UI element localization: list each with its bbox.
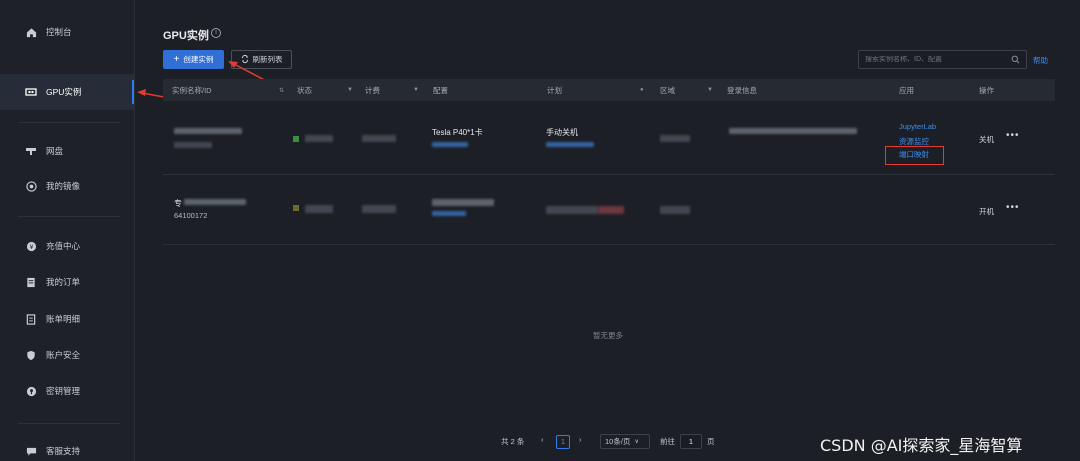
config-detail-link[interactable]: [432, 211, 466, 216]
region-redacted: [660, 206, 690, 214]
column-header-actions: 操作: [979, 85, 994, 95]
column-header-config: 配置: [433, 85, 448, 95]
instance-name-prefix: 专: [174, 199, 182, 208]
sort-icon[interactable]: ⇅: [273, 79, 284, 101]
highlight-box: [885, 146, 944, 165]
plan-detail-link[interactable]: [546, 142, 594, 147]
instance-id: 64100172: [174, 211, 208, 220]
column-header-region[interactable]: 区域: [660, 79, 675, 101]
column-header-plan: 计划: [547, 85, 562, 95]
status-redacted: [305, 135, 333, 142]
plan-text: 手动关机: [546, 128, 578, 137]
page-unit-label: 页: [707, 437, 715, 446]
column-header-name[interactable]: 实例名称/ID: [172, 79, 212, 101]
instance-id-redacted: [174, 142, 212, 148]
next-page-icon[interactable]: ›: [579, 435, 582, 444]
config-detail-link[interactable]: [432, 142, 468, 147]
plan-status-redacted: [598, 206, 624, 214]
shutdown-button[interactable]: 关机: [979, 134, 994, 145]
filter-icon[interactable]: ▼: [701, 79, 713, 101]
watermark: CSDN @AI探索家_星海智算: [820, 436, 1023, 455]
billing-redacted: [362, 135, 396, 142]
instance-name-redacted: [174, 128, 242, 134]
chevron-down-icon: ∨: [634, 439, 639, 445]
region-redacted: [660, 135, 690, 142]
annotation-arrows: [137, 61, 279, 100]
goto-label: 前往: [660, 437, 675, 446]
column-header-status[interactable]: 状态: [297, 79, 312, 101]
status-dot: [293, 136, 299, 142]
table-header: 实例名称/ID ⇅ 状态 ▼ 计费 ▼ 配置 计划 ● 区域 ▼ 登录信息 应用…: [163, 79, 1055, 101]
config-redacted: [432, 199, 494, 206]
goto-page-input[interactable]: 1: [680, 434, 702, 449]
login-info-redacted: [729, 128, 857, 134]
filter-icon[interactable]: ▼: [341, 79, 353, 101]
column-header-billing[interactable]: 计费: [365, 79, 380, 101]
page-number-current[interactable]: 1: [556, 435, 570, 449]
empty-state-text: 暂无更多: [593, 331, 623, 340]
divider: [163, 174, 1055, 175]
page-size-select[interactable]: 10条/页 ∨: [600, 434, 650, 449]
billing-redacted: [362, 205, 396, 213]
pagination-total: 共 2 条: [501, 437, 525, 446]
config-text: Tesla P40*1卡: [432, 128, 483, 137]
column-header-login: 登录信息: [727, 85, 757, 95]
status-dot: [293, 205, 299, 211]
divider: [163, 244, 1055, 245]
column-header-apps: 应用: [899, 85, 914, 95]
info-dot-icon[interactable]: ●: [634, 79, 644, 101]
prev-page-icon[interactable]: ‹: [541, 435, 544, 444]
filter-icon[interactable]: ▼: [407, 79, 419, 101]
more-icon[interactable]: •••: [1006, 202, 1020, 213]
instance-name-redacted: [184, 199, 246, 205]
jupyterlab-link[interactable]: JupyterLab: [899, 122, 936, 131]
plan-redacted: [546, 206, 598, 214]
start-button[interactable]: 开机: [979, 206, 994, 217]
status-redacted: [305, 205, 333, 213]
more-icon[interactable]: •••: [1006, 130, 1020, 141]
